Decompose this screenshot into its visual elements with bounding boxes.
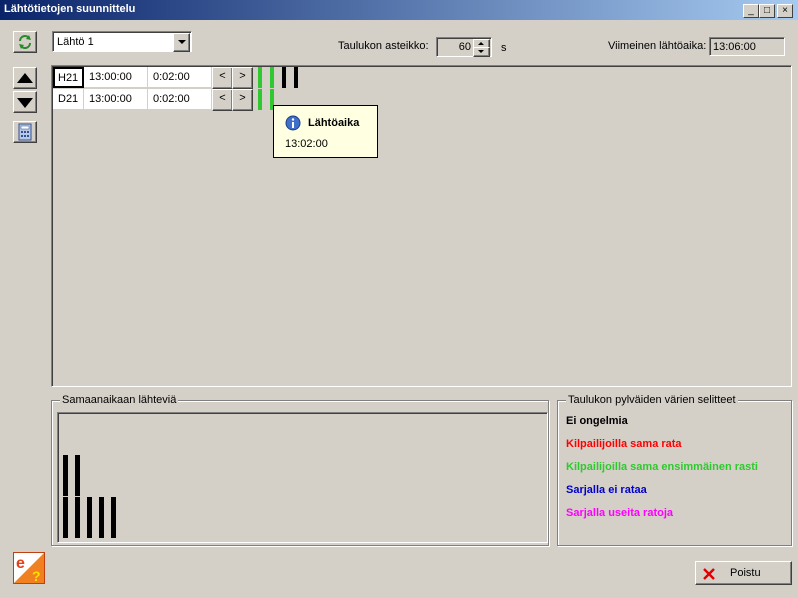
simultaneous-bar (75, 497, 80, 538)
scale-unit: s (501, 42, 507, 54)
close-window-button[interactable]: × (777, 4, 793, 18)
simultaneous-bar (111, 497, 116, 538)
tooltip-title: Lähtöaika (308, 117, 360, 129)
timeline-bar[interactable] (270, 67, 274, 88)
simultaneous-chart (57, 412, 548, 543)
last-start-field: 13:06:00 (709, 37, 785, 56)
minimize-button[interactable]: _ (743, 4, 759, 18)
legend-item-multiple-courses: Sarjalla useita ratoja (566, 507, 673, 519)
close-icon (703, 568, 715, 580)
table-row-start[interactable]: 13:00:00 (84, 89, 148, 110)
simultaneous-bar (63, 497, 68, 538)
table-row-class[interactable]: H21 (53, 67, 84, 88)
start-grid[interactable]: H21 13:00:00 0:02:00 < > D21 13:00:00 0:… (51, 65, 792, 387)
close-button-label: Poistu (730, 567, 761, 579)
table-row-interval[interactable]: 0:02:00 (148, 89, 212, 110)
window-title: Lähtötietojen suunnittelu (4, 3, 136, 15)
simultaneous-bar (75, 455, 80, 496)
move-down-button[interactable] (13, 91, 37, 113)
svg-text:?: ? (32, 568, 41, 584)
close-button[interactable]: Poistu (695, 561, 792, 585)
scale-label: Taulukon asteikko: (338, 40, 429, 52)
scale-value: 60 (458, 41, 471, 53)
simultaneous-group: Samaanaikaan lähteviä (51, 394, 549, 546)
calculator-icon (18, 123, 32, 141)
table-row-interval[interactable]: 0:02:00 (148, 67, 212, 88)
info-icon (285, 115, 301, 131)
legend-item-ok: Ei ongelmia (566, 415, 628, 427)
next-button[interactable]: > (232, 67, 253, 89)
timeline-bar[interactable] (282, 67, 286, 88)
table-row-class[interactable]: D21 (53, 89, 84, 110)
refresh-icon (19, 35, 31, 49)
tooltip-value: 13:02:00 (285, 138, 328, 150)
move-up-button[interactable] (13, 67, 37, 89)
start-time-tooltip: Lähtöaika 13:02:00 (273, 105, 378, 158)
chevron-down-icon[interactable] (173, 33, 190, 52)
maximize-button[interactable]: □ (759, 4, 775, 18)
prev-button[interactable]: < (212, 89, 233, 111)
refresh-button[interactable] (13, 31, 37, 53)
start-select[interactable]: Lähtö 1 (52, 31, 192, 52)
next-button[interactable]: > (232, 89, 253, 111)
start-select-value: Lähtö 1 (57, 36, 94, 48)
last-start-label: Viimeinen lähtöaika: (608, 40, 707, 52)
table-row-start[interactable]: 13:00:00 (84, 67, 148, 88)
prev-button[interactable]: < (212, 67, 233, 89)
scale-spinner[interactable]: 60 (436, 37, 492, 57)
legend-item-same-first-control: Kilpailijoilla sama ensimmäinen rasti (566, 461, 758, 473)
spin-down-icon[interactable] (473, 47, 490, 57)
last-start-value: 13:06:00 (713, 41, 756, 53)
simultaneous-bar (99, 497, 104, 538)
arrow-down-icon (17, 98, 33, 108)
help-button[interactable]: e ? (13, 552, 45, 584)
arrow-up-icon (17, 73, 33, 83)
timeline-bar[interactable] (258, 67, 262, 88)
timeline-bar[interactable] (294, 67, 298, 88)
legend-title: Taulukon pylväiden värien selitteet (566, 394, 738, 406)
calculator-button[interactable] (13, 121, 37, 143)
legend-item-no-course: Sarjalla ei rataa (566, 484, 647, 496)
simultaneous-bar (63, 455, 68, 496)
simultaneous-bar (87, 497, 92, 538)
timeline-bar[interactable] (258, 89, 262, 110)
svg-text:e: e (16, 555, 25, 572)
help-icon: e ? (13, 552, 45, 584)
legend-item-same-course: Kilpailijoilla sama rata (566, 438, 682, 450)
legend-group: Taulukon pylväiden värien selitteet Ei o… (557, 394, 792, 546)
title-bar: Lähtötietojen suunnittelu _ □ × (0, 0, 798, 20)
simultaneous-title: Samaanaikaan lähteviä (60, 394, 179, 406)
